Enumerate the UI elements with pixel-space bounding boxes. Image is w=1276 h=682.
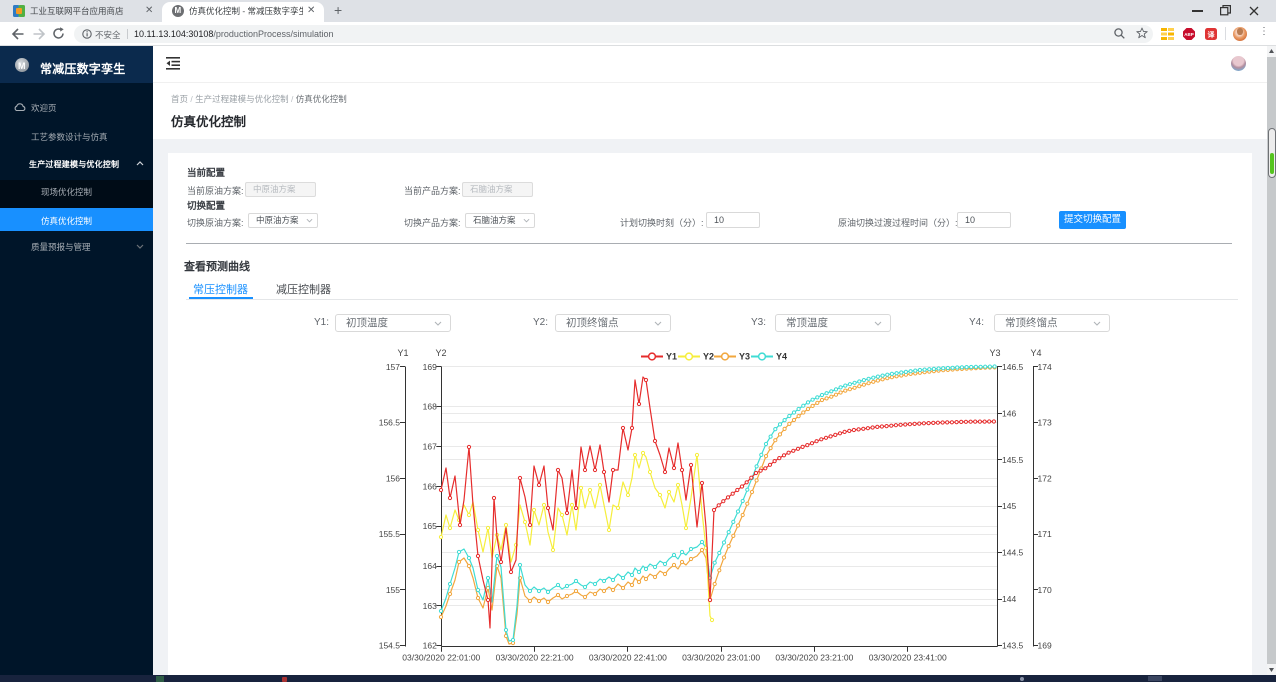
svg-text:169: 169: [1038, 641, 1052, 651]
svg-text:143.5: 143.5: [1002, 641, 1024, 651]
svg-text:Y1: Y1: [666, 352, 677, 362]
svg-text:Y2: Y2: [435, 348, 446, 358]
svg-text:155.5: 155.5: [379, 529, 401, 539]
svg-text:163: 163: [423, 601, 437, 611]
svg-text:173: 173: [1038, 418, 1052, 428]
svg-text:154.5: 154.5: [379, 641, 401, 651]
svg-text:03/30/2020 23:21:00: 03/30/2020 23:21:00: [775, 653, 853, 663]
svg-text:171: 171: [1038, 529, 1052, 539]
svg-text:03/30/2020 23:41:00: 03/30/2020 23:41:00: [869, 653, 947, 663]
svg-text:156: 156: [386, 473, 400, 483]
svg-text:03/30/2020 22:21:00: 03/30/2020 22:21:00: [496, 653, 574, 663]
svg-text:Y2: Y2: [703, 352, 714, 362]
svg-text:03/30/2020 22:01:00: 03/30/2020 22:01:00: [402, 653, 480, 663]
svg-text:166: 166: [423, 481, 437, 491]
svg-text:162: 162: [423, 641, 437, 651]
svg-text:Y3: Y3: [989, 348, 1000, 358]
svg-text:146.5: 146.5: [1002, 362, 1024, 372]
svg-text:144.5: 144.5: [1002, 548, 1024, 558]
svg-text:156.5: 156.5: [379, 418, 401, 428]
svg-text:Y4: Y4: [776, 352, 787, 362]
svg-text:Y1: Y1: [397, 348, 408, 358]
svg-text:145: 145: [1002, 501, 1016, 511]
svg-text:03/30/2020 23:01:00: 03/30/2020 23:01:00: [682, 653, 760, 663]
svg-text:170: 170: [1038, 585, 1052, 595]
svg-text:167: 167: [423, 442, 437, 452]
svg-text:146: 146: [1002, 408, 1016, 418]
svg-text:172: 172: [1038, 473, 1052, 483]
svg-text:174: 174: [1038, 362, 1052, 372]
svg-text:169: 169: [423, 362, 437, 372]
svg-text:164: 164: [423, 561, 437, 571]
svg-text:165: 165: [423, 521, 437, 531]
svg-text:168: 168: [423, 402, 437, 412]
svg-text:145.5: 145.5: [1002, 455, 1024, 465]
svg-text:03/30/2020 22:41:00: 03/30/2020 22:41:00: [589, 653, 667, 663]
svg-text:155: 155: [386, 585, 400, 595]
svg-text:157: 157: [386, 362, 400, 372]
svg-text:Y3: Y3: [739, 352, 750, 362]
svg-text:Y4: Y4: [1030, 348, 1041, 358]
svg-text:ABP: ABP: [1184, 32, 1194, 37]
svg-text:144: 144: [1002, 594, 1016, 604]
